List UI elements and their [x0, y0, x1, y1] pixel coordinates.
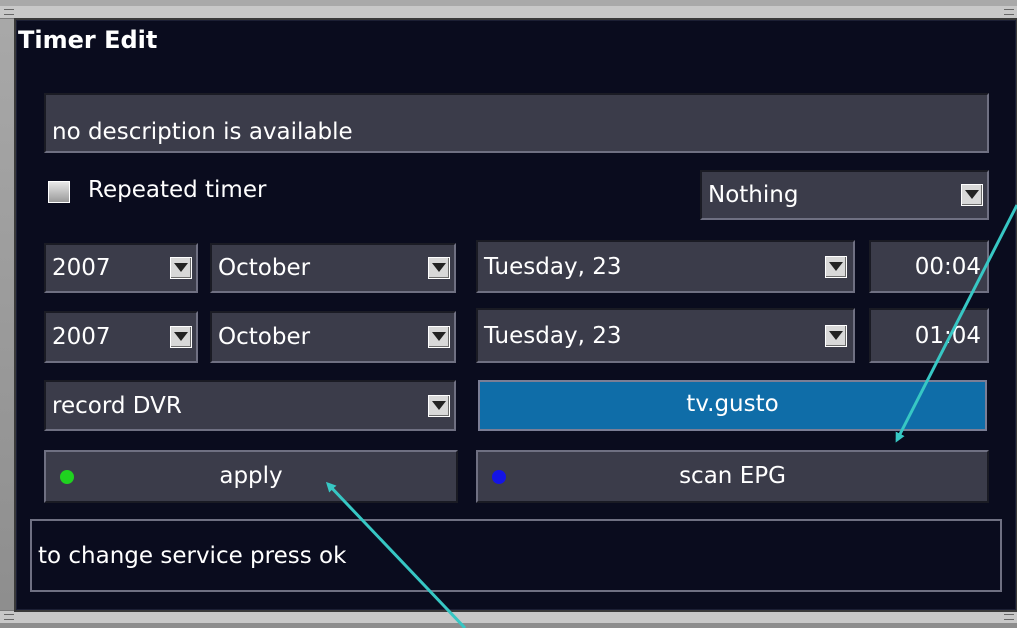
end-month-select[interactable]: October: [210, 311, 456, 363]
scan-epg-button-label: scan EPG: [679, 463, 786, 489]
record-type-value: record DVR: [52, 392, 182, 419]
begin-day-select[interactable]: Tuesday, 23: [476, 240, 855, 293]
after-event-value: Nothing: [708, 182, 799, 208]
grip-icon: [4, 9, 14, 15]
end-month-value: October: [218, 324, 311, 350]
apply-button[interactable]: apply: [44, 450, 458, 503]
chevron-down-icon[interactable]: [428, 326, 450, 348]
chevron-down-icon[interactable]: [428, 394, 450, 417]
end-year-value: 2007: [52, 324, 111, 350]
begin-month-value: October: [218, 255, 311, 281]
description-field[interactable]: no description is available: [44, 93, 989, 153]
end-time-value: 01:04: [914, 322, 981, 349]
begin-year-value: 2007: [52, 255, 111, 281]
after-event-select[interactable]: Nothing: [700, 170, 989, 220]
chevron-down-icon[interactable]: [961, 184, 983, 206]
begin-day-value: Tuesday, 23: [484, 253, 622, 280]
begin-time-input[interactable]: 00:04: [869, 240, 989, 293]
record-type-select[interactable]: record DVR: [44, 380, 456, 431]
apply-button-label: apply: [219, 463, 283, 489]
status-bar: to change service press ok: [30, 519, 1002, 592]
chevron-down-icon[interactable]: [825, 324, 847, 347]
scan-epg-button[interactable]: scan EPG: [476, 450, 989, 503]
begin-time-value: 00:04: [914, 253, 981, 280]
chevron-down-icon[interactable]: [428, 257, 450, 279]
repeated-timer-label: Repeated timer: [88, 177, 267, 203]
end-day-select[interactable]: Tuesday, 23: [476, 308, 855, 363]
end-time-input[interactable]: 01:04: [869, 308, 989, 363]
chevron-down-icon[interactable]: [170, 257, 192, 279]
end-year-select[interactable]: 2007: [44, 311, 198, 363]
begin-month-select[interactable]: October: [210, 243, 456, 293]
repeated-timer-checkbox[interactable]: [48, 181, 70, 203]
service-field[interactable]: tv.gusto: [478, 380, 987, 431]
blue-key-icon: [492, 469, 506, 484]
description-value: no description is available: [52, 119, 353, 145]
end-day-value: Tuesday, 23: [484, 322, 622, 349]
chevron-down-icon[interactable]: [170, 326, 192, 348]
grip-icon: [1004, 614, 1014, 620]
grip-icon: [1004, 9, 1014, 15]
window-title: Timer Edit: [18, 26, 158, 54]
grip-icon: [4, 614, 14, 620]
chevron-down-icon[interactable]: [825, 255, 847, 278]
status-text: to change service press ok: [38, 543, 347, 569]
green-key-icon: [60, 469, 74, 484]
begin-year-select[interactable]: 2007: [44, 243, 198, 293]
